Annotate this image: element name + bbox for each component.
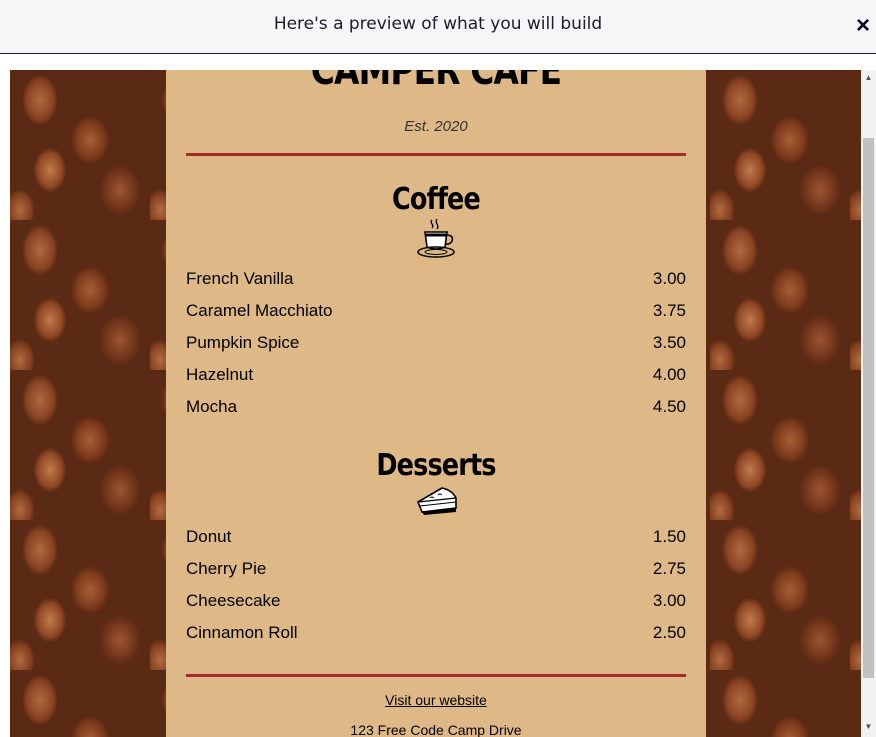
item-price: 2.75 (652, 559, 686, 578)
item-name: French Vanilla (186, 269, 294, 288)
modal-header: Here's a preview of what you will build … (0, 0, 876, 54)
menu-item: French Vanilla 3.00 (186, 269, 686, 293)
modal-title: Here's a preview of what you will build (273, 14, 603, 34)
cafe-menu: CAMPER CAFE Est. 2020 Coffee French Vani… (166, 70, 706, 737)
menu-item: Caramel Macchiato 3.75 (186, 301, 686, 325)
item-name: Donut (186, 527, 232, 546)
menu-item: Cherry Pie 2.75 (186, 559, 686, 583)
item-price: 4.00 (652, 365, 686, 384)
cafe-name: CAMPER CAFE (310, 70, 562, 94)
menu-item: Pumpkin Spice 3.50 (186, 333, 686, 357)
menu-item: Donut 1.50 (186, 527, 686, 551)
item-price: 3.00 (652, 269, 686, 288)
menu-item: Cinnamon Roll 2.50 (186, 623, 686, 647)
address-text: 123 Free Code Camp Drive (350, 722, 522, 737)
menu-item: Cheesecake 3.00 (186, 591, 686, 615)
item-name: Caramel Macchiato (186, 301, 333, 320)
item-name: Pumpkin Spice (186, 333, 300, 352)
coffee-heading: Coffee (392, 182, 481, 217)
item-name: Cherry Pie (186, 559, 267, 578)
website-link[interactable]: Visit our website (166, 692, 706, 708)
scrollbar[interactable]: ▲ ▼ (861, 70, 876, 737)
item-price: 3.75 (652, 301, 686, 320)
close-button[interactable]: × (852, 13, 874, 39)
item-name: Cinnamon Roll (186, 623, 298, 642)
item-name: Mocha (186, 397, 238, 416)
item-price: 3.50 (652, 333, 686, 352)
established-text: Est. 2020 (404, 118, 468, 135)
coffee-cup-icon (416, 218, 456, 258)
item-price: 1.50 (652, 527, 686, 546)
pie-slice-icon (416, 484, 457, 524)
item-name: Hazelnut (186, 365, 254, 384)
item-price: 3.00 (652, 591, 686, 610)
scroll-up-arrow-icon[interactable]: ▲ (864, 73, 873, 82)
scroll-down-arrow-icon[interactable]: ▼ (864, 722, 873, 731)
top-divider (186, 153, 686, 156)
item-name: Cheesecake (186, 591, 281, 610)
desserts-heading: Desserts (376, 448, 496, 483)
item-price: 4.50 (652, 397, 686, 416)
menu-item: Mocha 4.50 (186, 397, 686, 421)
bottom-divider (186, 674, 686, 677)
scroll-thumb[interactable] (863, 138, 874, 678)
menu-item: Hazelnut 4.00 (186, 365, 686, 389)
item-price: 2.50 (652, 623, 686, 642)
